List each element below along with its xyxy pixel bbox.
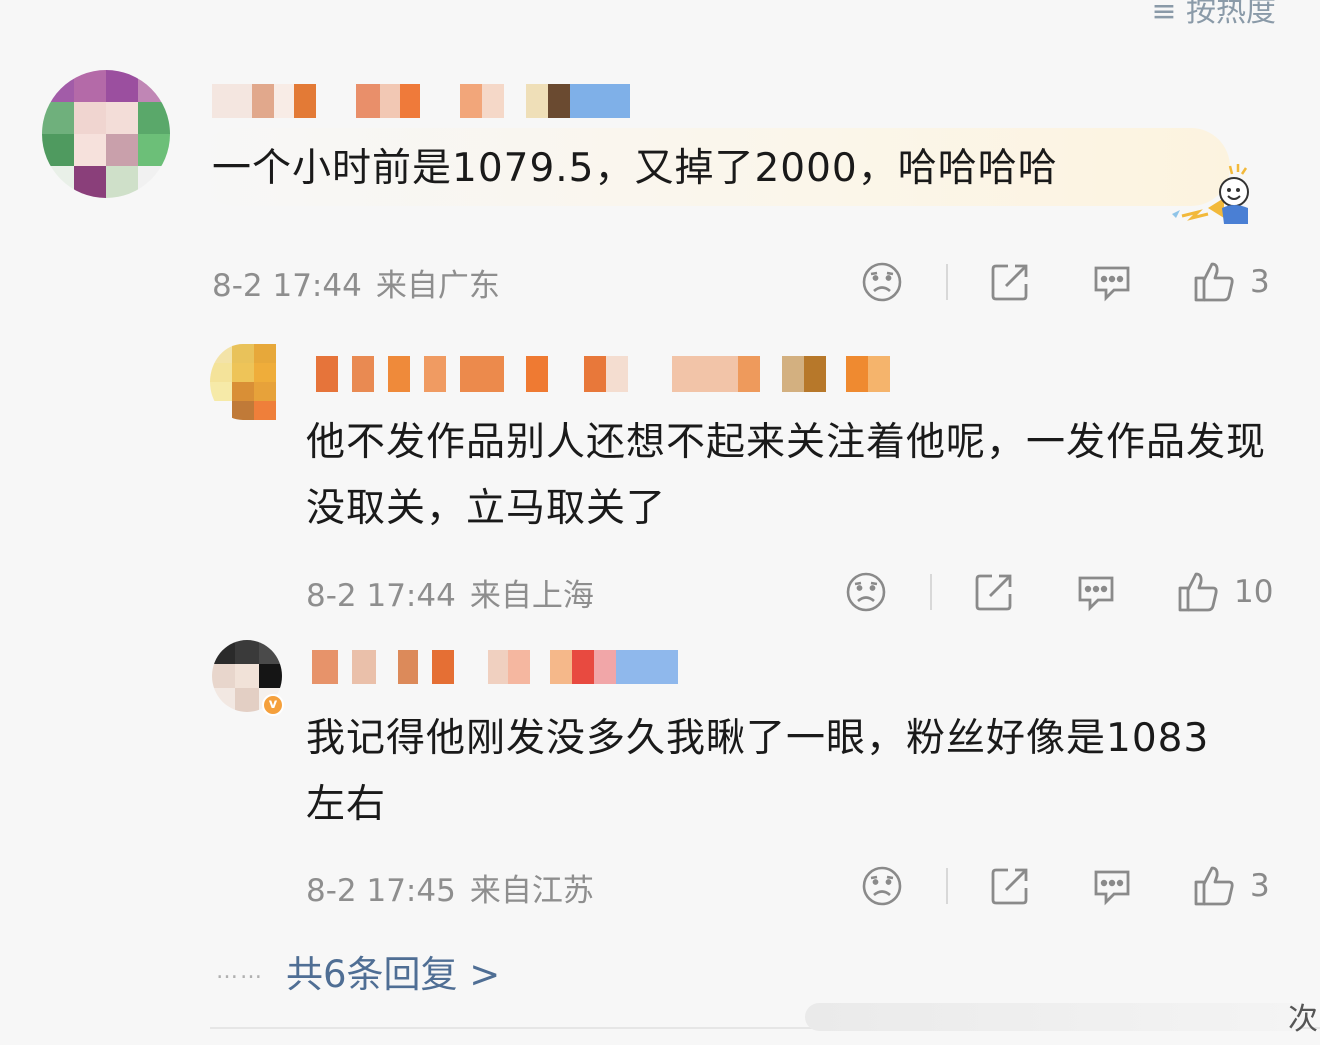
username-blurred[interactable] [312, 650, 678, 684]
dislike-icon [862, 262, 902, 302]
share-icon [975, 574, 1012, 611]
dislike-button[interactable] [860, 862, 904, 910]
comment-icon [1094, 870, 1130, 906]
timestamp: 8-2 17:45 [306, 873, 456, 909]
avatar[interactable] [42, 70, 170, 198]
like-count: 10 [1234, 574, 1274, 610]
comment-actions: 3 [860, 258, 1280, 306]
share-button[interactable] [988, 258, 1032, 306]
location: 来自江苏 [469, 873, 594, 909]
timestamp: 8-2 17:44 [306, 578, 456, 614]
comment-icon [1078, 576, 1114, 612]
comment-icon [1094, 266, 1130, 302]
bottom-input-bar[interactable] [805, 1003, 1305, 1031]
reply-button[interactable] [1074, 568, 1118, 616]
like-icon [1194, 866, 1234, 906]
comment-text: 我记得他刚发没多久我瞅了一眼，粉丝好像是1083左右 [306, 716, 1210, 827]
comment-text: 他不发作品别人还想不起来关注着他呢，一发作品发现没取关，立马取关了 [306, 420, 1267, 531]
avatar[interactable] [210, 344, 276, 420]
more-replies-link[interactable]: 共6条回复 > [286, 944, 500, 998]
share-icon [991, 868, 1028, 905]
comment-actions: 3 [860, 862, 1280, 910]
username-blurred[interactable] [212, 84, 630, 118]
more-replies-row: …… 共6条回复 > [216, 945, 500, 997]
dislike-icon [862, 866, 902, 906]
reply-button[interactable] [1090, 258, 1134, 306]
comment-text: 一个小时前是1079.5，又掉了2000，哈哈哈哈 [212, 146, 1058, 191]
comment-meta: 8-2 17:45 来自江苏 [306, 865, 594, 910]
dislike-button[interactable] [844, 568, 888, 616]
like-button[interactable]: 3 [1192, 862, 1270, 910]
reply-button[interactable] [1090, 862, 1134, 910]
edge-text: 次 [1288, 1002, 1318, 1037]
username-blurred[interactable] [316, 356, 890, 392]
comment-meta: 8-2 17:44 来自广东 [212, 260, 500, 305]
dislike-button[interactable] [860, 258, 904, 306]
divider [930, 574, 932, 610]
thread-dots: …… [216, 958, 264, 984]
timestamp: 8-2 17:44 [212, 268, 362, 304]
share-button[interactable] [972, 568, 1016, 616]
like-button[interactable]: 3 [1192, 258, 1270, 306]
location: 来自上海 [469, 578, 594, 614]
like-button[interactable]: 10 [1176, 568, 1273, 616]
share-icon [991, 264, 1028, 301]
like-icon [1194, 262, 1234, 302]
dislike-icon [846, 572, 886, 612]
location: 来自广东 [375, 268, 500, 304]
like-count: 3 [1250, 868, 1270, 904]
comment-actions: 10 [844, 568, 1284, 616]
like-count: 3 [1250, 264, 1270, 300]
divider [946, 868, 948, 904]
share-button[interactable] [988, 862, 1032, 910]
comment-meta: 8-2 17:44 来自上海 [306, 570, 594, 615]
like-icon [1178, 572, 1218, 612]
divider [946, 264, 948, 300]
verified-badge-icon: v [262, 694, 284, 716]
cheer-mascot-icon [1172, 164, 1249, 224]
sort-toggle[interactable]: ≡ 按热度 [1151, 0, 1276, 30]
